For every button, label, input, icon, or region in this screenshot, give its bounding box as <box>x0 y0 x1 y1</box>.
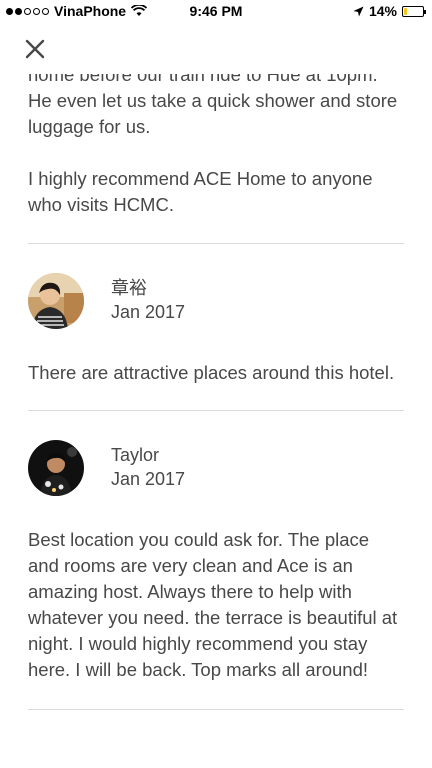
avatar[interactable] <box>28 440 84 496</box>
reviewer-meta: 章裕 Jan 2017 <box>111 277 185 325</box>
reviewer-photo <box>28 440 84 496</box>
review-item: 章裕 Jan 2017 There are attractive places … <box>28 271 404 386</box>
review-date: Jan 2017 <box>111 469 186 489</box>
reviewer-name: Taylor <box>111 445 160 465</box>
review-text: home before our train ride to Hue at 10p… <box>28 74 404 218</box>
status-bar: VinaPhone 9:46 PM 14% <box>0 0 432 24</box>
review-text: Best location you could ask for. The pla… <box>28 529 398 680</box>
review-divider <box>28 709 404 710</box>
reviewer-photo <box>28 273 84 329</box>
location-arrow-icon <box>353 6 364 16</box>
battery-icon <box>402 5 426 17</box>
review-header: Taylor Jan 2017 <box>28 438 404 498</box>
nav-bar <box>0 24 432 74</box>
partial-line-text: home before our train ride to Hue at 10p… <box>28 74 378 85</box>
status-right: 14% <box>353 3 426 19</box>
partial-review-line: home before our train ride to Hue at 10p… <box>28 74 404 88</box>
review-divider <box>28 410 404 411</box>
review-divider <box>28 243 404 244</box>
reviews-list[interactable]: home before our train ride to Hue at 10p… <box>28 58 404 710</box>
review-date: Jan 2017 <box>111 302 186 322</box>
review-text: There are attractive places around this … <box>28 362 395 383</box>
reviewer-name: 章裕 <box>111 278 147 298</box>
battery-percent: 14% <box>368 3 397 19</box>
review-paragraph: I highly recommend ACE Home to anyone wh… <box>28 168 373 215</box>
review-item: Taylor Jan 2017 Best location you could … <box>28 438 404 683</box>
reviewer-meta: Taylor Jan 2017 <box>111 444 185 492</box>
avatar[interactable] <box>28 273 84 329</box>
close-button[interactable] <box>22 36 48 62</box>
close-icon <box>25 39 45 59</box>
review-paragraph: He even let us take a quick shower and s… <box>28 90 398 137</box>
review-header: 章裕 Jan 2017 <box>28 271 404 331</box>
